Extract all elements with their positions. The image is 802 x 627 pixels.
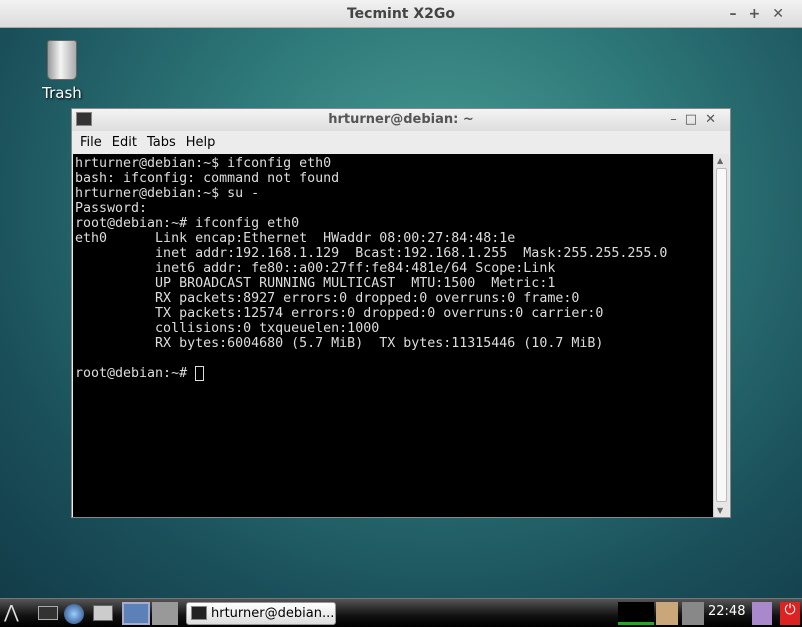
terminal-line: bash: ifconfig: command not found [75, 171, 340, 186]
terminal-line: Password: [75, 201, 148, 216]
desktop-icon-trash[interactable]: Trash [36, 40, 88, 102]
taskbar-item-label: hrturner@debian... [211, 606, 335, 621]
taskbar: ⋀ hrturner@debian... 22:48 ⏻ [0, 598, 802, 627]
terminal-titlebar[interactable]: hrturner@debian: ~ –□✕ [72, 109, 730, 131]
terminal-line: collisions:0 txqueuelen:1000 [75, 321, 388, 336]
terminal-line: TX packets:12574 errors:0 dropped:0 over… [75, 306, 604, 321]
trash-icon [47, 40, 77, 80]
file-manager-icon[interactable] [38, 606, 58, 620]
prompt: root@debian:~# [75, 366, 196, 381]
terminal-line: root@debian:~# ifconfig eth0 [75, 216, 300, 231]
maximize-button[interactable]: + [749, 6, 773, 22]
menu-edit[interactable]: Edit [112, 135, 137, 150]
terminal-line: RX bytes:6004680 (5.7 MiB) TX bytes:1131… [75, 336, 604, 351]
start-menu-icon[interactable]: ⋀ [4, 602, 32, 625]
scroll-up-icon[interactable]: ▲ [717, 156, 723, 165]
terminal-title: hrturner@debian: ~ [328, 112, 474, 127]
workspace-1[interactable] [122, 602, 150, 625]
terminal-window: hrturner@debian: ~ –□✕ File Edit Tabs Help … [71, 108, 731, 518]
minimize-button[interactable]: – [730, 6, 749, 22]
terminal-maximize-button[interactable]: □ [685, 112, 705, 127]
browser-icon[interactable] [64, 604, 84, 624]
terminal-close-button[interactable]: ✕ [705, 112, 724, 127]
menu-tabs[interactable]: Tabs [147, 135, 176, 150]
menu-file[interactable]: File [80, 135, 102, 150]
scroll-down-icon[interactable]: ▼ [717, 506, 723, 515]
outer-window-titlebar: Tecmint X2Go –+✕ [0, 0, 802, 28]
close-button[interactable]: ✕ [772, 6, 796, 22]
clock[interactable]: 22:48 [708, 604, 745, 619]
terminal-icon [76, 112, 92, 126]
clipboard-icon[interactable] [656, 602, 678, 625]
workspace-2[interactable] [152, 602, 178, 625]
terminal-line: RX packets:8927 errors:0 dropped:0 overr… [75, 291, 580, 306]
terminal-line: UP BROADCAST RUNNING MULTICAST MTU:1500 … [75, 276, 556, 291]
menu-help[interactable]: Help [186, 135, 216, 150]
terminal-icon [191, 606, 207, 620]
network-icon[interactable] [682, 602, 704, 625]
terminal-output[interactable]: hrturner@debian:~$ ifconfig eth0 bash: if… [73, 154, 713, 517]
trash-label: Trash [42, 84, 82, 102]
terminal-minimize-button[interactable]: – [670, 112, 685, 127]
terminal-line: eth0 Link encap:Ethernet HWaddr 08:00:27… [75, 231, 532, 246]
cpu-monitor [618, 602, 654, 625]
text-cursor [195, 366, 205, 381]
terminal-line: hrturner@debian:~$ ifconfig eth0 [75, 156, 332, 171]
scrollbar-thumb[interactable] [716, 168, 727, 502]
lock-screen-icon[interactable] [752, 602, 772, 625]
menubar: File Edit Tabs Help [72, 131, 730, 154]
show-desktop-icon[interactable] [93, 605, 113, 621]
scrollbar[interactable]: ▲ ▼ [713, 154, 729, 517]
taskbar-item-terminal[interactable]: hrturner@debian... [186, 602, 336, 625]
terminal-line: inet addr:192.168.1.129 Bcast:192.168.1.… [75, 246, 668, 261]
power-icon[interactable]: ⏻ [780, 602, 800, 625]
terminal-line: hrturner@debian:~$ su - [75, 186, 260, 201]
terminal-line: inet6 addr: fe80::a00:27ff:fe84:481e/64 … [75, 261, 556, 276]
outer-window-title: Tecmint X2Go [346, 6, 456, 22]
